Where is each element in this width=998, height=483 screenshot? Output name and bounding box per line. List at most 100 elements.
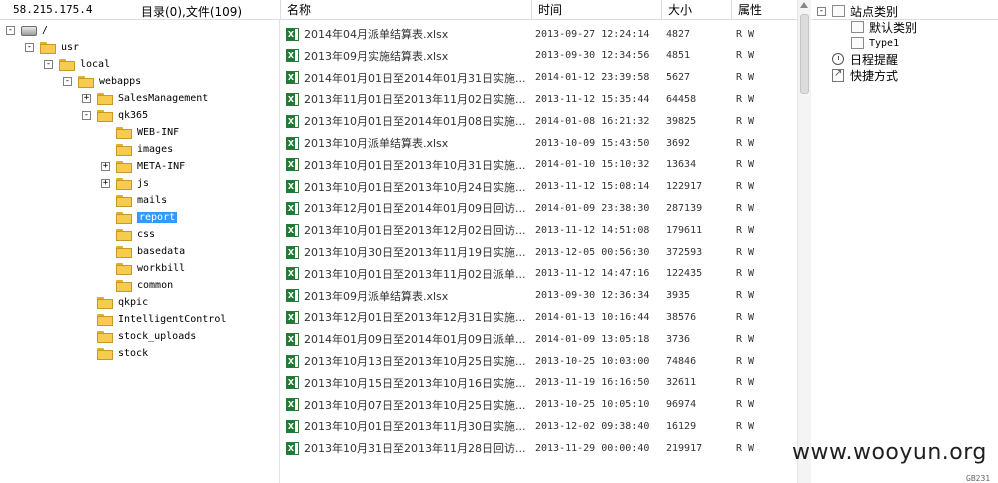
folder-icon <box>116 126 132 139</box>
file-row[interactable]: 2013年10月13日至2013年10月25日实施... 2013-10-25 1… <box>282 350 797 372</box>
tree-node-meta-inf[interactable]: + META-INF <box>101 158 185 175</box>
file-name: 2014年01月09日至2014年01月09日派单... <box>304 333 526 347</box>
tree-node-images[interactable]: images <box>101 141 173 158</box>
collapse-icon[interactable]: - <box>44 60 53 69</box>
tree-node-stock-uploads[interactable]: stock_uploads <box>82 328 196 345</box>
file-row[interactable]: 2013年09月实施结算表.xlsx 2013-09-30 12:34:56 485… <box>282 45 797 67</box>
folder-icon <box>116 245 132 258</box>
excel-file-icon <box>286 158 299 172</box>
file-row[interactable]: 2014年01月09日至2014年01月09日派单... 2014-01-09 1… <box>282 328 797 350</box>
expand-icon[interactable]: + <box>101 179 110 188</box>
folder-icon <box>97 347 113 360</box>
site-panel: - 站点类别 默认类别 Type1 日程提醒 快捷方式 <box>813 0 998 483</box>
file-time: 2013-11-12 14:51:08 <box>535 224 650 236</box>
file-name: 2013年10月01日至2013年10月31日实施... <box>304 158 526 172</box>
schedule-reminder-node[interactable]: 日程提醒 <box>832 51 898 67</box>
folder-icon <box>97 296 113 309</box>
column-header-time[interactable]: 时间 <box>531 0 661 20</box>
file-size: 4851 <box>666 50 691 62</box>
folder-icon <box>97 109 113 122</box>
file-size: 3692 <box>666 137 691 149</box>
column-header-size[interactable]: 大小 <box>661 0 731 20</box>
tree-node-local[interactable]: - local <box>44 56 110 73</box>
file-row[interactable]: 2013年10月01日至2013年10月24日实施... 2013-11-12 1… <box>282 176 797 198</box>
file-name: 2013年09月实施结算表.xlsx <box>304 49 449 63</box>
expand-icon[interactable]: + <box>82 94 91 103</box>
file-attr: R W <box>736 399 755 411</box>
file-row[interactable]: 2014年04月派单结算表.xlsx 2013-09-27 12:24:14 482… <box>282 23 797 45</box>
folder-icon <box>116 279 132 292</box>
type1-node[interactable]: Type1 <box>851 35 899 51</box>
tree-node-basedata[interactable]: basedata <box>101 243 185 260</box>
folder-icon <box>116 194 132 207</box>
collapse-icon[interactable]: - <box>82 111 91 120</box>
vertical-scrollbar[interactable] <box>797 0 811 483</box>
folder-icon <box>97 313 113 326</box>
file-row[interactable]: 2013年10月01日至2013年12月02日回访... 2013-11-12 1… <box>282 219 797 241</box>
tree-node-qk365[interactable]: - qk365 <box>82 107 148 124</box>
file-row[interactable]: 2013年10月15日至2013年10月16日实施... 2013-11-19 1… <box>282 372 797 394</box>
tree-node-usr[interactable]: - usr <box>25 39 79 56</box>
file-row[interactable]: 2013年11月01日至2013年11月02日实施... 2013-11-12 1… <box>282 88 797 110</box>
tree-node-stock[interactable]: stock <box>82 345 148 362</box>
shortcuts-node[interactable]: 快捷方式 <box>832 67 898 83</box>
tree-node-salesmanagement[interactable]: + SalesManagement <box>82 90 208 107</box>
collapse-icon[interactable]: - <box>6 26 15 35</box>
file-row[interactable]: 2013年10月派单结算表.xlsx 2013-10-09 15:43:50 369… <box>282 132 797 154</box>
file-name: 2013年10月01日至2013年11月02日派单... <box>304 267 526 281</box>
tree-node-label: local <box>80 59 111 70</box>
site-category-node[interactable]: - 站点类别 <box>817 3 898 19</box>
tree-node-webapps[interactable]: - webapps <box>63 73 141 90</box>
file-time: 2013-11-29 00:00:40 <box>535 442 650 454</box>
file-row[interactable]: 2013年09月派单结算表.xlsx 2013-09-30 12:36:34 393… <box>282 285 797 307</box>
excel-file-icon <box>286 441 299 455</box>
scroll-up-icon[interactable] <box>800 2 808 8</box>
collapse-toggle-icon[interactable]: - <box>817 6 826 16</box>
excel-file-icon <box>286 310 299 324</box>
file-size: 13634 <box>666 159 697 171</box>
tree-node-workbill[interactable]: workbill <box>101 260 185 277</box>
tree-node-label: WEB-INF <box>137 127 180 138</box>
column-header-attr[interactable]: 属性 <box>731 0 797 20</box>
column-header-name[interactable]: 名称 <box>280 0 531 20</box>
file-name: 2013年12月01日至2014年01月09日回访... <box>304 202 526 216</box>
tree-node-report[interactable]: report <box>101 209 178 226</box>
file-time: 2013-12-05 00:56:30 <box>535 246 650 258</box>
file-name: 2013年09月派单结算表.xlsx <box>304 289 449 303</box>
collapse-icon[interactable]: - <box>63 77 72 86</box>
file-row[interactable]: 2013年10月01日至2013年11月02日派单... 2013-11-12 1… <box>282 263 797 285</box>
file-time: 2014-01-08 16:21:32 <box>535 115 650 127</box>
file-row[interactable]: 2013年10月01日至2013年11月30日实施... 2013-12-02 0… <box>282 415 797 437</box>
file-size: 74846 <box>666 355 697 367</box>
tree-node-[interactable]: - / <box>6 22 48 39</box>
file-row[interactable]: 2013年10月01日至2013年10月31日实施... 2014-01-10 1… <box>282 154 797 176</box>
tree-node-qkpic[interactable]: qkpic <box>82 294 148 311</box>
collapse-icon[interactable]: - <box>25 43 34 52</box>
scrollbar-thumb[interactable] <box>800 14 809 94</box>
file-name: 2013年10月13日至2013年10月25日实施... <box>304 355 526 368</box>
file-row[interactable]: 2013年10月31日至2013年11月28日回访... 2013-11-29 0… <box>282 437 797 459</box>
tree-node-label: qkpic <box>118 297 149 308</box>
tree-node-mails[interactable]: mails <box>101 192 167 209</box>
file-time: 2013-12-02 09:38:40 <box>535 420 650 432</box>
file-row[interactable]: 2013年10月30日至2013年11月19日实施... 2013-12-05 0… <box>282 241 797 263</box>
expand-icon[interactable]: + <box>101 162 110 171</box>
file-time: 2013-10-25 10:05:10 <box>535 399 650 411</box>
file-row[interactable]: 2013年10月01日至2014年01月08日实施... 2014-01-08 1… <box>282 110 797 132</box>
tree-node-common[interactable]: common <box>101 277 173 294</box>
file-attr: R W <box>736 355 755 367</box>
tree-node-intelligentcontrol[interactable]: IntelligentControl <box>82 311 226 328</box>
folder-icon <box>59 58 75 71</box>
file-row[interactable]: 2013年10月07日至2013年10月25日实施... 2013-10-25 1… <box>282 394 797 416</box>
tree-node-web-inf[interactable]: WEB-INF <box>101 124 179 141</box>
default-category-node[interactable]: 默认类别 <box>851 19 917 35</box>
file-row[interactable]: 2013年12月01日至2014年01月09日回访... 2014-01-09 2… <box>282 197 797 219</box>
file-row[interactable]: 2013年12月01日至2013年12月31日实施... 2014-01-13 1… <box>282 306 797 328</box>
file-name: 2013年10月30日至2013年11月19日实施... <box>304 246 526 259</box>
file-row[interactable]: 2014年01月01日至2014年01月31日实施... 2014-01-12 2… <box>282 67 797 89</box>
tree-node-js[interactable]: + js <box>101 175 149 192</box>
file-time: 2013-11-12 14:47:16 <box>535 268 650 280</box>
file-time: 2014-01-12 23:39:58 <box>535 72 650 84</box>
excel-file-icon <box>286 398 299 412</box>
tree-node-css[interactable]: css <box>101 226 155 243</box>
